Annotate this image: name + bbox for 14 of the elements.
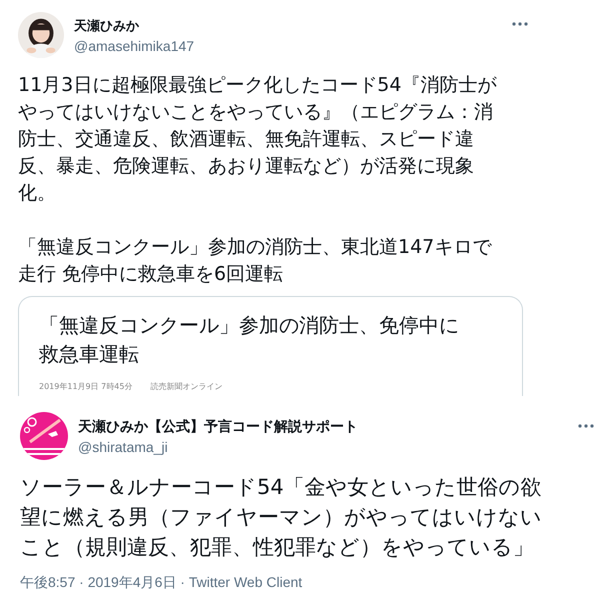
author-name[interactable]: 天瀬ひみか	[74, 16, 502, 34]
card-headline: 「無違反コンクール」参加の消防士、免停中に救急車運転	[39, 312, 460, 368]
author-name[interactable]: 天瀬ひみか【公式】予言コード解説サポート	[78, 418, 568, 436]
card-source: 読売新聞オンライン	[150, 381, 222, 392]
tweet-text: 「無違反コンクール」参加の消防士、東北道147キロで走行 免停中に救急車を6回運転	[18, 235, 493, 287]
author-handle[interactable]: @shiratama_ji	[78, 438, 568, 454]
card-date: 2019年11月9日 7時45分	[39, 381, 132, 392]
more-icon[interactable]	[512, 22, 528, 26]
tweet-timestamp: 午後8:57 · 2019年4月6日 · Twitter Web Client	[20, 574, 304, 592]
more-icon[interactable]	[578, 424, 594, 428]
link-card[interactable]: 「無違反コンクール」参加の消防士、免停中に救急車運転 2019年11月9日 7時45分 読売新聞オンライン	[18, 296, 523, 396]
tweet-text: ソーラー＆ルナーコード54「金や女といった世俗の欲望に燃える男（ファイヤーマン）がやってはいけないこと（規則違反、犯罪、性犯罪など）をやっている」	[20, 474, 543, 561]
author-handle[interactable]: @amasehimika147	[74, 38, 502, 54]
tweet-text: 11月3日に超極限最強ピーク化したコード54『消防士がやってはいけないことをやっている』（エピグラム：消防士、交通違反、飲酒運転、無免許運転、スピード違反、暴走、危険運転、あおり運転など）が活発に現象化。	[18, 73, 498, 206]
